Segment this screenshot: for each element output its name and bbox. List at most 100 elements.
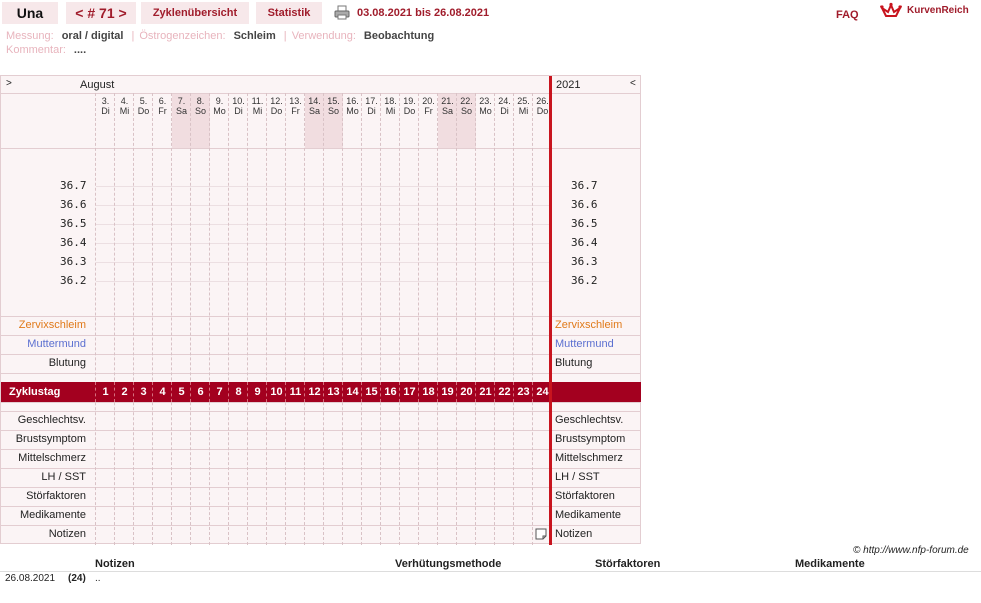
cycle-day-divider xyxy=(513,382,514,402)
day-header: 20. Fr xyxy=(419,96,438,116)
day-date: 4. xyxy=(120,96,129,106)
row-label-left: Blutung xyxy=(48,357,86,369)
day-divider xyxy=(494,93,495,545)
day-divider xyxy=(361,93,362,545)
tab-statistics[interactable]: Statistik xyxy=(256,2,322,24)
divider xyxy=(0,571,981,572)
day-divider xyxy=(323,93,324,545)
cycle-day-number: 19 xyxy=(441,386,454,398)
cycle-day-number: 21 xyxy=(479,386,492,398)
day-header: 12. Do xyxy=(267,96,286,116)
nav-next-arrow[interactable]: < xyxy=(630,78,636,89)
cycle-day-divider xyxy=(418,382,419,402)
cycle-day-number: 22 xyxy=(498,386,511,398)
day-weekday: Fr xyxy=(291,106,300,116)
faq-link[interactable]: FAQ xyxy=(836,9,859,21)
day-weekday: Fr xyxy=(424,106,433,116)
day-date: 6. xyxy=(158,96,167,106)
meta-line-2: Kommentar:.... xyxy=(6,44,92,56)
cycle-day-divider xyxy=(399,382,400,402)
day-date: 20. xyxy=(422,96,435,106)
cycle-chart: > August 2021 < 3. Di 4. Mi 5. Do 6. Fr 7. Sa 8. So… xyxy=(0,75,641,545)
cycle-day-divider xyxy=(532,382,533,402)
note-icon[interactable] xyxy=(535,528,547,540)
day-divider xyxy=(285,93,286,545)
day-header: 3. Di xyxy=(96,96,115,116)
cycle-day-divider xyxy=(247,382,248,402)
cycle-day-number: 4 xyxy=(159,386,166,398)
printer-icon[interactable] xyxy=(334,5,350,20)
temp-label-left: 36.2 xyxy=(60,274,87,287)
tab-cycle-overview[interactable]: Zyklenübersicht xyxy=(141,2,249,24)
row-label-right: Mittelschmerz xyxy=(555,452,623,464)
brand-logo-text: KurvenReich xyxy=(907,5,969,16)
row-label-right: Störfaktoren xyxy=(555,490,615,502)
cycle-day-divider xyxy=(209,382,210,402)
cycle-day-number: 16 xyxy=(384,386,397,398)
row-label-right: Brustsymptom xyxy=(555,433,626,445)
separator: | xyxy=(131,30,135,42)
day-header: 21. Sa xyxy=(438,96,457,116)
row-label-left: LH / SST xyxy=(41,471,86,483)
day-divider xyxy=(456,93,457,545)
cycle-day-divider xyxy=(456,382,457,402)
day-header: 16. Mo xyxy=(343,96,362,116)
col-method-header: Verhütungsmethode xyxy=(395,558,502,570)
row-label-left: Medikamente xyxy=(19,509,86,521)
temp-label-left: 36.7 xyxy=(60,179,87,192)
day-header: 7. Sa xyxy=(172,96,191,116)
user-name-tab[interactable]: Una xyxy=(2,2,58,24)
copyright: © http://www.nfp-forum.de xyxy=(853,545,969,556)
cycle-nav-tab[interactable]: < # 71 > xyxy=(66,2,136,24)
cycle-day-number: 8 xyxy=(235,386,242,398)
temp-label-right: 36.5 xyxy=(571,217,598,230)
cycle-day-divider xyxy=(380,382,381,402)
temp-label-right: 36.3 xyxy=(571,255,598,268)
day-date: 15. xyxy=(327,96,340,106)
kommentar-label: Kommentar: xyxy=(6,44,66,56)
cycle-day-number: 13 xyxy=(327,386,340,398)
day-date: 7. xyxy=(177,96,186,106)
col-notes-header: Notizen xyxy=(95,558,135,570)
cycle-day-divider xyxy=(494,382,495,402)
temp-label-left: 36.5 xyxy=(60,217,87,230)
temp-label-right: 36.7 xyxy=(571,179,598,192)
row-label-left: Notizen xyxy=(48,528,86,540)
row-label-right: Notizen xyxy=(555,528,593,540)
day-date: 8. xyxy=(196,96,205,106)
note-row-day: (24) xyxy=(68,573,86,584)
day-date: 23. xyxy=(479,96,492,106)
note-row-text: .. xyxy=(95,573,101,584)
day-divider xyxy=(190,93,191,545)
col-meds-header: Medikamente xyxy=(795,558,865,570)
verwendung-label: Verwendung: xyxy=(291,30,356,42)
day-header: 5. Do xyxy=(134,96,153,116)
cycle-end-marker xyxy=(549,76,552,545)
day-header: 6. Fr xyxy=(153,96,172,116)
temp-label-right: 36.2 xyxy=(571,274,598,287)
day-weekday: Mo xyxy=(346,106,359,116)
cycle-day-row: Zyklustag 1 2 3 4 5 6 7 8 9 10 11 12 13 14 15 16 17 18 19 2… xyxy=(1,382,641,402)
row-label-right: Zervixschleim xyxy=(555,319,623,331)
grid-line xyxy=(1,411,641,412)
row-label-left: Störfaktoren xyxy=(26,490,86,502)
grid-line xyxy=(1,373,641,374)
oestrogen-value: Schleim xyxy=(233,30,276,42)
grid-line xyxy=(1,449,641,450)
grid-line xyxy=(1,402,641,403)
cycle-day-divider xyxy=(304,382,305,402)
cycle-day-divider xyxy=(342,382,343,402)
grid-line xyxy=(1,525,641,526)
col-disturb-header: Störfaktoren xyxy=(595,558,661,570)
day-divider xyxy=(380,93,381,545)
cycle-day-number: 17 xyxy=(403,386,416,398)
cycle-day-number: 10 xyxy=(270,386,283,398)
day-weekday: Do xyxy=(403,106,416,116)
kommentar-value: .... xyxy=(73,44,87,56)
nav-prev-arrow[interactable]: > xyxy=(6,78,12,89)
cycle-day-divider xyxy=(361,382,362,402)
day-divider xyxy=(171,93,172,545)
messung-label: Messung: xyxy=(6,30,54,42)
day-divider xyxy=(95,93,96,545)
cycle-day-number: 9 xyxy=(254,386,261,398)
